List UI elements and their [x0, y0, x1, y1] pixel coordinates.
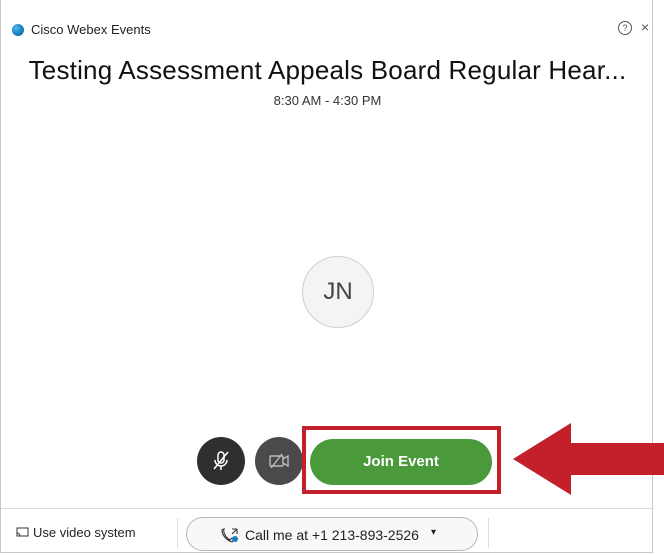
meeting-time: 8:30 AM - 4:30 PM	[273, 93, 382, 108]
call-me-dropdown[interactable]: Call me at +1 213-893-2526 ▾	[186, 517, 478, 551]
chevron-down-icon: ▾	[431, 527, 437, 538]
title-bar: Cisco Webex Events ? ×	[1, 14, 654, 40]
microphone-muted-icon	[213, 451, 229, 470]
video-button[interactable]	[255, 437, 303, 485]
join-event-button[interactable]: Join Event	[310, 439, 492, 485]
meeting-title: Testing Assessment Appeals Board Regular…	[28, 55, 627, 85]
app-logo-icon	[12, 24, 24, 36]
use-video-system-button[interactable]: Use video system	[16, 525, 136, 540]
arrow-left-icon	[513, 423, 664, 495]
help-icon[interactable]: ?	[618, 21, 632, 35]
close-icon[interactable]: ×	[641, 19, 649, 35]
footer-divider	[1, 508, 654, 509]
footer-separator-right	[488, 518, 489, 548]
use-video-system-label: Use video system	[33, 525, 136, 540]
phone-callback-icon	[221, 527, 238, 543]
cast-icon	[16, 527, 29, 537]
app-title: Cisco Webex Events	[31, 22, 151, 37]
avatar: JN	[302, 256, 374, 328]
mute-button[interactable]	[197, 437, 245, 485]
footer-separator	[177, 518, 178, 548]
call-me-label: Call me at +1 213-893-2526	[245, 527, 419, 543]
video-off-icon	[269, 453, 289, 469]
